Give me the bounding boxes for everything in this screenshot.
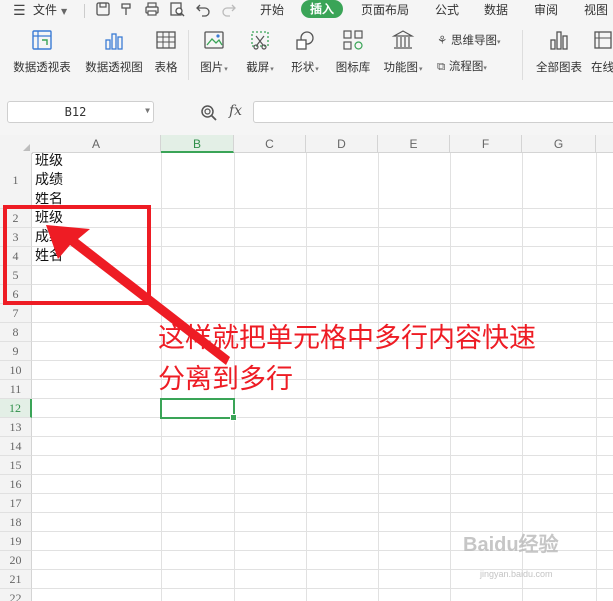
icon-library-icon — [343, 30, 363, 50]
menu-bar: ☰ 文件 ▼ 开始 插入 页面布局 公式 数据 审阅 视图 — [0, 0, 613, 22]
row-header-17[interactable]: 17 — [0, 494, 32, 513]
chevron-down-icon: ▾ — [270, 65, 274, 73]
online-chart-button[interactable]: 在线 — [591, 28, 613, 74]
chevron-down-icon: ▼ — [61, 7, 68, 16]
chevron-down-icon: ▾ — [224, 65, 228, 73]
row-header-9[interactable]: 9 — [0, 342, 32, 361]
chevron-down-icon: ▾ — [315, 65, 319, 73]
tab-view[interactable]: 视图 — [584, 2, 608, 18]
column-header-c[interactable]: C — [234, 135, 306, 153]
picture-icon — [204, 31, 224, 49]
tab-review[interactable]: 审阅 — [534, 2, 558, 18]
column-header-e[interactable]: E — [378, 135, 450, 153]
cell-a1-line-2: 成绩 — [35, 172, 63, 188]
row-header-8[interactable]: 8 — [0, 323, 32, 342]
tab-home[interactable]: 开始 — [260, 2, 284, 18]
fill-handle[interactable] — [230, 414, 237, 421]
print-icon[interactable] — [144, 1, 160, 19]
undo-icon[interactable] — [195, 1, 211, 19]
divider — [522, 30, 523, 80]
chevron-down-icon[interactable]: ▼ — [145, 106, 150, 115]
table-button[interactable]: 表格 — [151, 28, 181, 74]
formula-bar: B12 ▼ fx — [0, 90, 613, 135]
row-header-13[interactable]: 13 — [0, 418, 32, 437]
function-chart-button[interactable]: 功能图▾ — [380, 28, 426, 76]
column-header-h[interactable] — [596, 135, 613, 153]
row-header-16[interactable]: 16 — [0, 475, 32, 494]
baidu-watermark: Baidu经验 — [463, 534, 559, 556]
divider — [188, 30, 189, 80]
divider — [84, 4, 85, 18]
pivot-table-button[interactable]: 数据透视表 — [10, 28, 74, 74]
chevron-down-icon: ▾ — [418, 65, 423, 73]
row-header-19[interactable]: 19 — [0, 532, 32, 551]
row-header-10[interactable]: 10 — [0, 361, 32, 380]
mind-map-button[interactable]: ⚘ 思维导图▾ — [437, 33, 500, 49]
row-header-22[interactable]: 22 — [0, 589, 32, 601]
row-header-14[interactable]: 14 — [0, 437, 32, 456]
save-icon[interactable] — [95, 1, 111, 19]
name-box[interactable]: B12 ▼ — [7, 101, 154, 123]
active-cell-b12[interactable] — [160, 398, 235, 419]
row-header-20[interactable]: 20 — [0, 551, 32, 570]
chevron-down-icon: ▾ — [483, 64, 487, 72]
redo-icon[interactable] — [221, 1, 237, 19]
formula-input[interactable] — [253, 101, 613, 123]
tab-data[interactable]: 数据 — [484, 2, 508, 18]
screenshot-button[interactable]: 截屏▾ — [241, 28, 279, 76]
tab-insert[interactable]: 插入 — [301, 0, 344, 18]
column-header-d[interactable]: D — [306, 135, 378, 153]
column-header-b[interactable]: B — [161, 135, 234, 153]
online-chart-icon — [594, 31, 612, 49]
column-header-f[interactable]: F — [450, 135, 522, 153]
pivot-chart-icon — [105, 33, 123, 50]
icon-library-button[interactable]: 图标库 — [333, 28, 373, 74]
column-header-g[interactable]: G — [522, 135, 596, 153]
row-header-15[interactable]: 15 — [0, 456, 32, 475]
hamburger-menu-icon[interactable]: ☰ — [13, 4, 26, 18]
select-all-corner[interactable] — [0, 135, 33, 154]
row-header-18[interactable]: 18 — [0, 513, 32, 532]
tab-page-layout[interactable]: 页面布局 — [361, 2, 409, 18]
cell-a1-line-1: 班级 — [35, 153, 63, 169]
annotation-line-2: 分离到多行 — [158, 364, 293, 395]
highlight-box — [3, 205, 151, 305]
pivot-table-icon — [32, 30, 52, 50]
function-chart-icon — [391, 30, 415, 49]
zoom-icon[interactable] — [200, 104, 218, 122]
format-painter-icon[interactable] — [119, 1, 135, 19]
row-header-12[interactable]: 12 — [0, 399, 32, 418]
column-header-a[interactable]: A — [32, 135, 161, 153]
mind-map-icon: ⚘ — [437, 33, 448, 47]
fx-icon[interactable]: fx — [229, 103, 242, 119]
chevron-down-icon: ▾ — [496, 38, 501, 46]
all-charts-button[interactable]: 全部图表 — [533, 28, 585, 74]
flow-chart-button[interactable]: ⧉ 流程图▾ — [437, 59, 487, 75]
shape-icon — [296, 31, 314, 50]
file-menu[interactable]: 文件 ▼ — [33, 2, 67, 20]
print-preview-icon[interactable] — [169, 1, 185, 19]
shape-button[interactable]: 形状▾ — [285, 28, 325, 76]
tab-formulas[interactable]: 公式 — [435, 2, 459, 18]
scissors-icon — [251, 31, 269, 50]
row-header-21[interactable]: 21 — [0, 570, 32, 589]
table-icon — [156, 31, 176, 49]
watermark-url: jingyan.baidu.com — [480, 569, 553, 579]
picture-button[interactable]: 图片▾ — [196, 28, 232, 76]
ribbon-insert: 数据透视表 数据透视图 表格 图片▾ 截屏▾ 形状▾ 图标库 功能图▾ ⚘ 思维… — [0, 22, 613, 91]
row-header-11[interactable]: 11 — [0, 380, 32, 399]
bar-chart-icon — [550, 31, 568, 50]
annotation-line-1: 这样就把单元格中多行内容快速 — [158, 323, 536, 354]
flow-chart-icon: ⧉ — [437, 59, 446, 73]
row-header-1[interactable]: 1 — [0, 153, 32, 209]
row-header-7[interactable]: 7 — [0, 304, 32, 323]
pivot-chart-button[interactable]: 数据透视图 — [82, 28, 146, 74]
